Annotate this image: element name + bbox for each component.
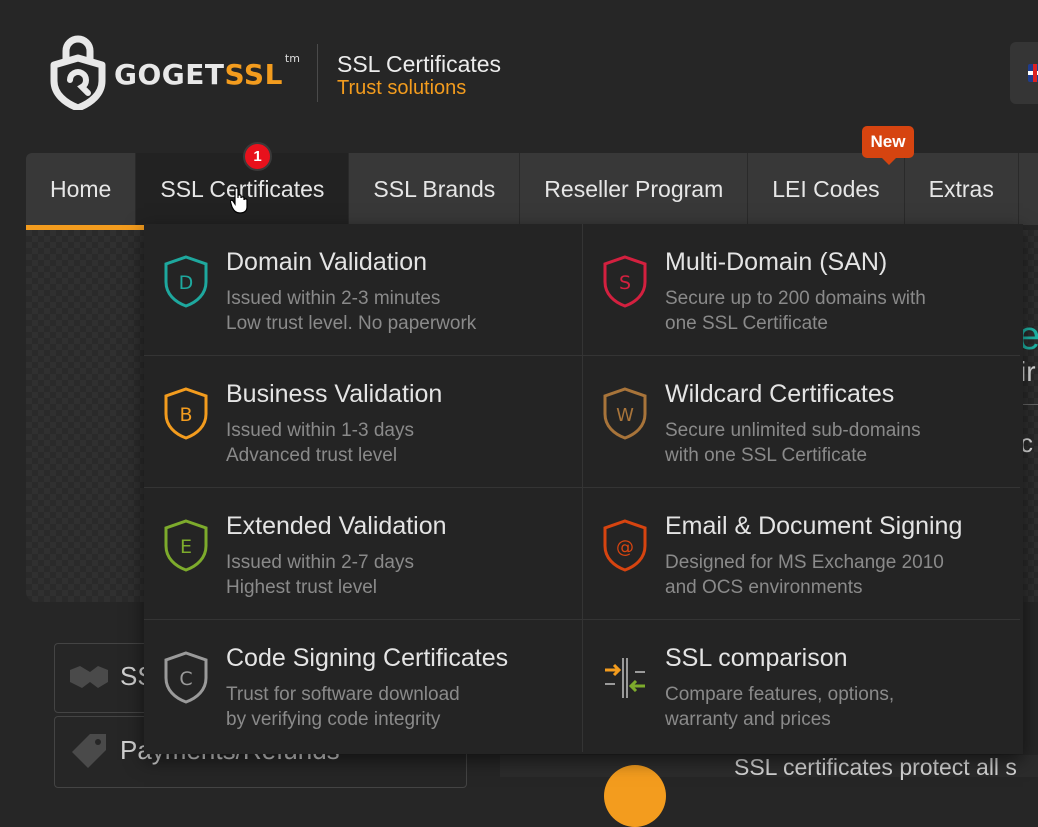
menu-item-description: Issued within 1-3 days Advanced trust lev…	[226, 420, 414, 466]
menu-item-extended-validation[interactable]: E Extended Validation Issued within 2-7 …	[144, 488, 582, 620]
tagline-title: SSL Certificates	[337, 51, 502, 77]
menu-item-description: Secure unlimited sub-domains with one SSL…	[665, 420, 921, 466]
menu-item-title: Code Signing Certificates	[226, 644, 509, 672]
gogetssl-logo[interactable]: GOGETSSL tm	[48, 34, 300, 110]
menu-item-description: Designed for MS Exchange 2010 and OCS env…	[665, 552, 944, 598]
shield-b-icon: B	[164, 387, 208, 440]
menu-item-title: Multi-Domain (SAN)	[665, 248, 888, 276]
header-tagline: SSL Certificates Trust solutions	[337, 51, 502, 100]
language-selector[interactable]	[1010, 42, 1038, 104]
nav-item-label: Home	[50, 175, 112, 202]
shield-letter: E	[180, 536, 192, 558]
trademark-mark: tm	[284, 51, 300, 65]
menu-item-description: Issued within 2-7 days Highest trust leve…	[226, 552, 414, 598]
nav-item-reseller-program[interactable]: Reseller Program	[520, 153, 749, 225]
shield-letter: C	[179, 668, 192, 690]
nav-item-ssl-brands[interactable]: SSL Brands	[349, 153, 521, 225]
nav-item-extras[interactable]: Extras	[905, 153, 1019, 225]
menu-item-title: Business Validation	[226, 380, 443, 408]
hand-cursor-icon	[230, 187, 248, 214]
uk-flag-icon	[1028, 64, 1038, 82]
menu-item-code-signing[interactable]: C Code Signing Certificates Trust for so…	[144, 620, 582, 752]
notification-count-badge: 1	[243, 142, 272, 171]
menu-item-description: Secure up to 200 domains with one SSL Cer…	[665, 288, 926, 334]
nav-item-label: Reseller Program	[544, 175, 724, 202]
shield-w-icon: W	[603, 387, 647, 440]
header-divider	[317, 44, 318, 102]
shield-s-icon: S	[603, 255, 647, 308]
menu-item-business-validation[interactable]: B Business Validation Issued within 1-3 …	[144, 356, 582, 488]
menu-item-description: Issued within 2-3 minutes Low trust level…	[226, 288, 477, 334]
shield-lock-logo-icon	[50, 35, 106, 110]
menu-item-wildcard[interactable]: W Wildcard Certificates Secure unlimited…	[582, 356, 1020, 488]
menu-item-domain-validation[interactable]: D Domain Validation Issued within 2-3 mi…	[144, 224, 582, 356]
shield-letter: S	[619, 272, 631, 294]
nav-item-label: SSL Brands	[373, 175, 496, 202]
menu-item-title: Wildcard Certificates	[665, 380, 895, 408]
nav-item-label: LEI Codes	[772, 175, 880, 202]
menu-item-ssl-comparison[interactable]: SSL comparison Compare features, options…	[582, 620, 1020, 752]
shield-e-icon: E	[164, 519, 208, 572]
shield-c-icon: C	[164, 651, 208, 704]
compare-arrows-icon	[605, 658, 645, 698]
nav-active-underline	[26, 225, 144, 230]
logo-wordmark: GOGETSSL	[114, 57, 283, 91]
nav-item-label: Extras	[928, 175, 994, 202]
price-tag-icon	[72, 734, 106, 768]
ssl-certificates-dropdown: D Domain Validation Issued within 2-3 mi…	[144, 224, 1023, 754]
tagline-subtitle: Trust solutions	[337, 77, 467, 99]
menu-item-email-document-signing[interactable]: @ Email & Document Signing Designed for …	[582, 488, 1020, 620]
menu-item-title: Domain Validation	[226, 248, 428, 276]
menu-item-description: Trust for software download by verifying …	[226, 684, 460, 730]
menu-item-title: Email & Document Signing	[665, 512, 963, 540]
handshake-icon	[70, 666, 108, 688]
menu-item-description: Compare features, options, warranty and p…	[665, 684, 895, 730]
shield-letter: W	[616, 405, 634, 426]
shield-at-icon: @	[603, 519, 647, 572]
menu-item-title: Extended Validation	[226, 512, 447, 540]
feature-icon-circle	[604, 765, 666, 827]
nav-item-home[interactable]: Home	[26, 153, 137, 225]
new-badge: New	[862, 126, 914, 165]
shield-letter: @	[616, 537, 634, 558]
menu-item-title: SSL comparison	[665, 644, 848, 672]
menu-item-multi-domain[interactable]: S Multi-Domain (SAN) Secure up to 200 do…	[582, 224, 1020, 356]
shield-letter: B	[179, 404, 192, 426]
shield-letter: D	[179, 272, 194, 294]
shield-d-icon: D	[164, 255, 208, 308]
